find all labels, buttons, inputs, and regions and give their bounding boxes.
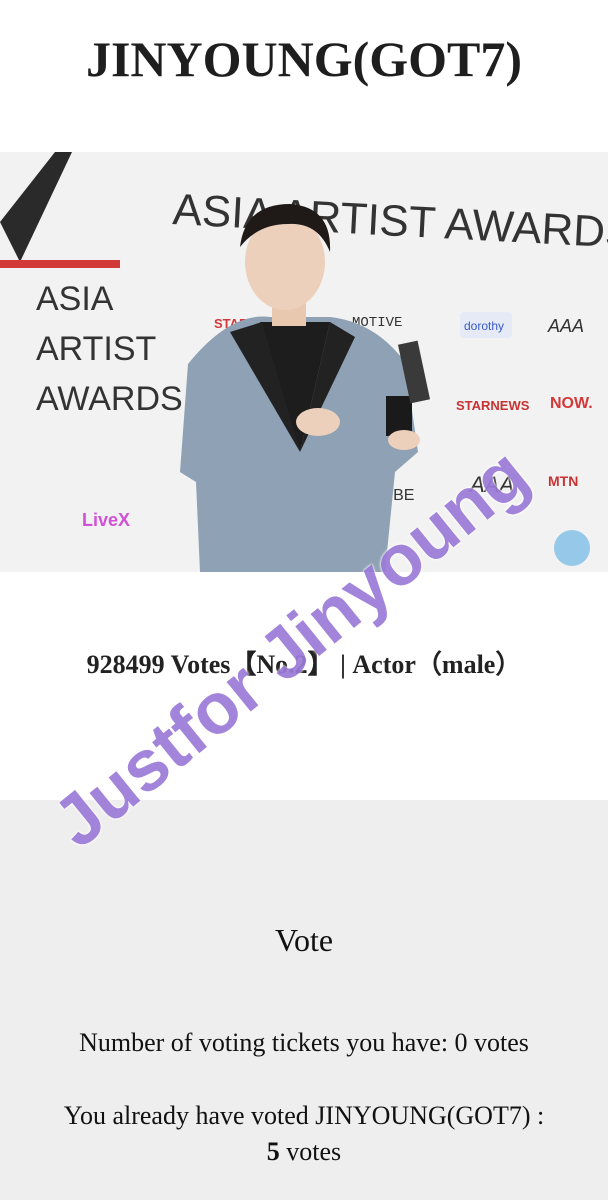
tickets-remaining-text: Number of voting tickets you have: 0 vot…: [79, 1028, 529, 1057]
vote-count-line: 928499 Votes【No.2】 | Actor（male）: [86, 650, 522, 679]
sponsor-7: LiveX: [82, 510, 130, 530]
sponsor-6: MTN: [548, 473, 578, 489]
svg-text:AAA: AAA: [468, 472, 514, 497]
side-logo-line-2: ARTIST: [36, 330, 156, 368]
vote-heading: Vote: [274, 922, 334, 958]
side-logo-line-1: ASIA: [36, 280, 114, 318]
sponsor-2: dorothy: [464, 319, 504, 333]
page-title: JINYOUNG(GOT7): [85, 31, 523, 87]
already-voted-count: 5: [266, 1137, 280, 1166]
vote-panel: Vote Number of voting tickets you have: …: [0, 800, 608, 1200]
sponsor-4: NOW.: [550, 395, 593, 412]
already-voted-label: You already have voted JINYOUNG(GOT7) :: [63, 1101, 545, 1130]
already-voted-text: You already have voted JINYOUNG(GOT7) : …: [0, 1098, 608, 1170]
already-voted-unit: votes: [279, 1137, 342, 1166]
sponsor-3: STARNEWS: [456, 398, 530, 413]
side-logo-line-3: AWARDS: [36, 380, 183, 418]
artist-photo: ASIA ARTIST AWARDS ASIA ARTIST AWARDS MO…: [0, 152, 608, 572]
svg-text:AAA: AAA: [547, 316, 584, 336]
